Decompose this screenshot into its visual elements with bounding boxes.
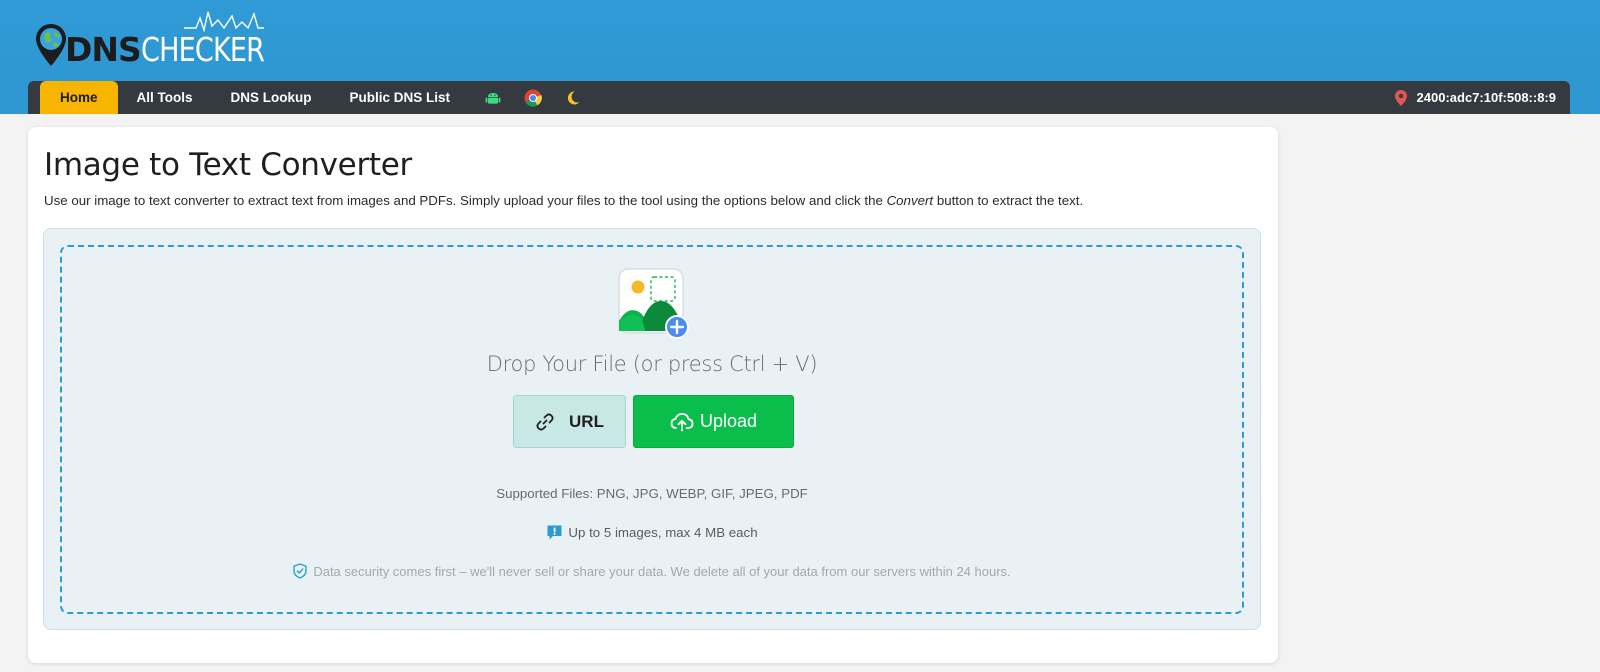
- convert-emphasis: Convert: [886, 193, 934, 208]
- link-icon: [536, 412, 554, 431]
- site-header: DNS CHECKER Home All Tools DNS Lookup Pub…: [0, 0, 1600, 114]
- upload-limit-text: Up to 5 images, max 4 MB each: [568, 525, 758, 540]
- android-icon[interactable]: [473, 81, 513, 114]
- page-description: Use our image to text converter to extra…: [44, 193, 1084, 208]
- nav-home[interactable]: Home: [40, 81, 118, 114]
- drop-instructions: Drop Your File (or press Ctrl + V): [486, 352, 818, 376]
- image-add-icon: [618, 268, 689, 339]
- upload-button-label: Upload: [699, 411, 758, 431]
- nav-dns-lookup[interactable]: DNS Lookup: [212, 81, 331, 114]
- converter-card: Image to Text Converter Use our image to…: [28, 127, 1278, 663]
- url-button[interactable]: URL: [513, 395, 626, 448]
- logo-dns-text: DNS: [65, 30, 142, 69]
- upload-panel: Drop Your File (or press Ctrl + V) URL U…: [43, 228, 1261, 630]
- supported-files-text: Supported Files: PNG, JPG, WEBP, GIF, JP…: [496, 486, 808, 501]
- file-dropzone[interactable]: Drop Your File (or press Ctrl + V) URL U…: [60, 245, 1244, 614]
- nav-all-tools[interactable]: All Tools: [118, 81, 212, 114]
- pulse-line-icon: [184, 11, 264, 32]
- moon-icon[interactable]: [553, 81, 593, 114]
- ip-address: 2400:adc7:10f:508::8:9: [1394, 81, 1556, 114]
- info-message-icon: [547, 525, 562, 540]
- location-pin-icon: [1394, 89, 1407, 106]
- chrome-icon[interactable]: [513, 81, 553, 114]
- page-title: Image to Text Converter: [44, 147, 412, 183]
- main-navbar: Home All Tools DNS Lookup Public DNS Lis…: [28, 81, 1570, 114]
- ip-address-text: 2400:adc7:10f:508::8:9: [1416, 90, 1556, 105]
- nav-public-dns-list[interactable]: Public DNS List: [331, 81, 470, 114]
- dnschecker-logo[interactable]: DNS CHECKER: [34, 10, 291, 66]
- cloud-upload-icon: [670, 412, 694, 431]
- upload-button[interactable]: Upload: [633, 395, 794, 448]
- globe-pin-icon: [34, 22, 68, 66]
- upload-limit: Up to 5 images, max 4 MB each: [62, 524, 1242, 541]
- logo-checker-text: CHECKER: [140, 30, 265, 69]
- security-note: Data security comes first – we'll never …: [62, 563, 1242, 579]
- url-button-label: URL: [569, 411, 604, 431]
- security-text: Data security comes first – we'll never …: [313, 563, 1011, 579]
- shield-icon: [293, 563, 308, 579]
